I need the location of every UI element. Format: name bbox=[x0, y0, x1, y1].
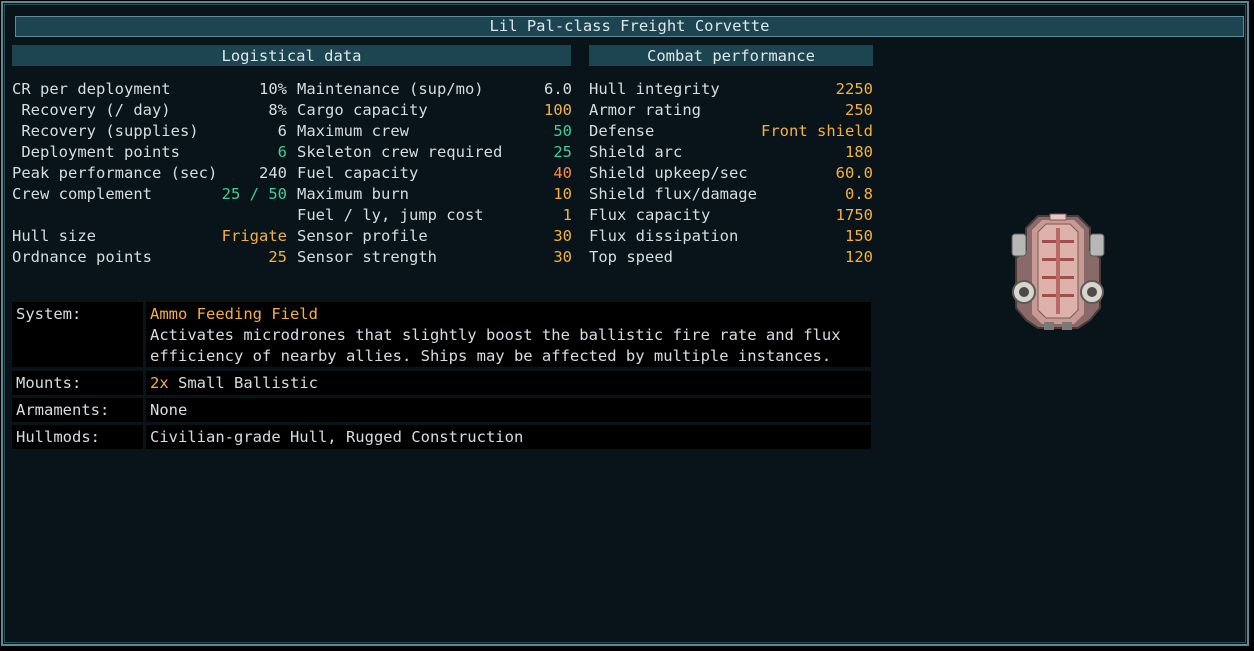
stat-row: Peak performance (sec) 240 bbox=[12, 163, 287, 184]
stat-row: Maximum crew 50 bbox=[297, 121, 572, 142]
stat-label: Flux dissipation bbox=[589, 227, 739, 245]
stat-row: Flux capacity 1750 bbox=[589, 205, 873, 226]
stat-row: Shield flux/damage 0.8 bbox=[589, 184, 873, 205]
armaments-row: Armaments: None bbox=[12, 398, 871, 422]
stat-value: 30 bbox=[553, 248, 572, 266]
mounts-label: Mounts: bbox=[16, 374, 82, 392]
stat-row: Skeleton crew required 25 bbox=[297, 142, 572, 163]
stat-label: Shield upkeep/sec bbox=[589, 164, 748, 182]
stat-value: 10% bbox=[259, 80, 287, 98]
stat-label: Top speed bbox=[589, 248, 673, 266]
stat-value: 10 bbox=[553, 185, 572, 203]
stat-label: Fuel / ly, jump cost bbox=[297, 206, 484, 224]
stat-row: Hull size Frigate bbox=[12, 226, 287, 247]
system-name: Ammo Feeding Field bbox=[150, 305, 318, 323]
stat-label: Maximum burn bbox=[297, 185, 409, 203]
stat-row: CR per deployment 10% bbox=[12, 79, 287, 100]
armaments-value: None bbox=[150, 401, 188, 419]
stat-row: Maintenance (sup/mo) 6.0 bbox=[297, 79, 572, 100]
stat-label: Flux capacity bbox=[589, 206, 711, 224]
stat-value: 6.0 bbox=[544, 80, 572, 98]
stat-value: 30 bbox=[553, 227, 572, 245]
stat-label: Defense bbox=[589, 122, 655, 140]
stat-label: Crew complement bbox=[12, 185, 152, 203]
stat-label: Sensor profile bbox=[297, 227, 428, 245]
stat-value: 25 / 50 bbox=[221, 185, 287, 203]
stat-label: Recovery (/ day) bbox=[12, 101, 171, 119]
stat-value: 60.0 bbox=[835, 164, 873, 182]
stat-value: 240 bbox=[259, 164, 287, 182]
stat-value: 1 bbox=[562, 206, 572, 224]
stat-label: CR per deployment bbox=[12, 80, 171, 98]
stat-row: Sensor strength 30 bbox=[297, 247, 572, 268]
stat-label: Cargo capacity bbox=[297, 101, 428, 119]
combat-performance-header: Combat performance bbox=[589, 45, 873, 66]
system-row: System: Ammo Feeding Field Activates mic… bbox=[12, 302, 871, 367]
stat-label: Hull size bbox=[12, 227, 96, 245]
stat-label: Shield flux/damage bbox=[589, 185, 757, 203]
stat-row: Fuel / ly, jump cost 1 bbox=[297, 205, 572, 226]
system-description-line-1: Activates microdrones that slightly boos… bbox=[150, 326, 841, 344]
stat-value: 8% bbox=[268, 101, 287, 119]
stat-row: Top speed 120 bbox=[589, 247, 873, 268]
stat-value: 150 bbox=[845, 227, 873, 245]
stat-label: Armor rating bbox=[589, 101, 701, 119]
stat-row: Deployment points 6 bbox=[12, 142, 287, 163]
stat-label: Deployment points bbox=[12, 143, 180, 161]
stat-value: 180 bbox=[845, 143, 873, 161]
stat-label: Recovery (supplies) bbox=[12, 122, 199, 140]
stat-value: 120 bbox=[845, 248, 873, 266]
stat-row: Defense Front shield bbox=[589, 121, 873, 142]
mounts-row: Mounts: 2x Small Ballistic bbox=[12, 371, 871, 395]
logistical-data-header: Logistical data bbox=[12, 45, 571, 66]
stat-row: Ordnance points 25 bbox=[12, 247, 287, 268]
stat-row: Recovery (/ day) 8% bbox=[12, 100, 287, 121]
stat-row: Flux dissipation 150 bbox=[589, 226, 873, 247]
stat-row: Fuel capacity 40 bbox=[297, 163, 572, 184]
stat-label: Fuel capacity bbox=[297, 164, 419, 182]
stat-row: Recovery (supplies) 6 bbox=[12, 121, 287, 142]
armaments-label: Armaments: bbox=[16, 401, 110, 419]
stat-label: Shield arc bbox=[589, 143, 683, 161]
stat-label: Skeleton crew required bbox=[297, 143, 503, 161]
stat-row: Shield upkeep/sec 60.0 bbox=[589, 163, 873, 184]
stat-value: 2250 bbox=[835, 80, 873, 98]
stat-value: 250 bbox=[845, 101, 873, 119]
stat-row: Armor rating 250 bbox=[589, 100, 873, 121]
stat-label: Maximum crew bbox=[297, 122, 409, 140]
stat-row: Shield arc 180 bbox=[589, 142, 873, 163]
stat-label: Peak performance (sec) bbox=[12, 164, 218, 182]
hullmods-label: Hullmods: bbox=[16, 428, 100, 446]
hullmods-value: Civilian-grade Hull, Rugged Construction bbox=[150, 428, 524, 446]
stat-row: Hull integrity 2250 bbox=[589, 79, 873, 100]
stat-value: 50 bbox=[553, 122, 572, 140]
hullmods-row: Hullmods: Civilian-grade Hull, Rugged Co… bbox=[12, 425, 871, 449]
system-label: System: bbox=[16, 305, 82, 323]
stat-value: 100 bbox=[544, 101, 572, 119]
stat-value: 0.8 bbox=[845, 185, 873, 203]
stat-row: Crew complement 25 / 50 bbox=[12, 184, 287, 205]
stat-row: Sensor profile 30 bbox=[297, 226, 572, 247]
stat-label: Hull integrity bbox=[589, 80, 720, 98]
stat-value: 40 bbox=[553, 164, 572, 182]
ship-sprite bbox=[1011, 213, 1105, 330]
stat-value: 6 bbox=[277, 122, 287, 140]
stat-value: 6 bbox=[277, 143, 287, 161]
stat-row bbox=[12, 205, 287, 226]
stat-row: Cargo capacity 100 bbox=[297, 100, 572, 121]
stat-value: 25 bbox=[268, 248, 287, 266]
system-description-line-2: efficiency of nearby allies. Ships may b… bbox=[150, 347, 832, 365]
ship-title: Lil Pal-class Freight Corvette bbox=[15, 16, 1244, 37]
stat-value: Front shield bbox=[761, 122, 873, 140]
stat-label: Sensor strength bbox=[297, 248, 437, 266]
stat-row: Maximum burn 10 bbox=[297, 184, 572, 205]
stat-value: Frigate bbox=[221, 227, 287, 245]
mounts-count: 2x bbox=[150, 374, 169, 392]
mounts-type: Small Ballistic bbox=[168, 374, 318, 392]
stat-label: Maintenance (sup/mo) bbox=[297, 80, 484, 98]
stat-label: Ordnance points bbox=[12, 248, 152, 266]
stat-value: 25 bbox=[553, 143, 572, 161]
stat-value: 1750 bbox=[835, 206, 873, 224]
